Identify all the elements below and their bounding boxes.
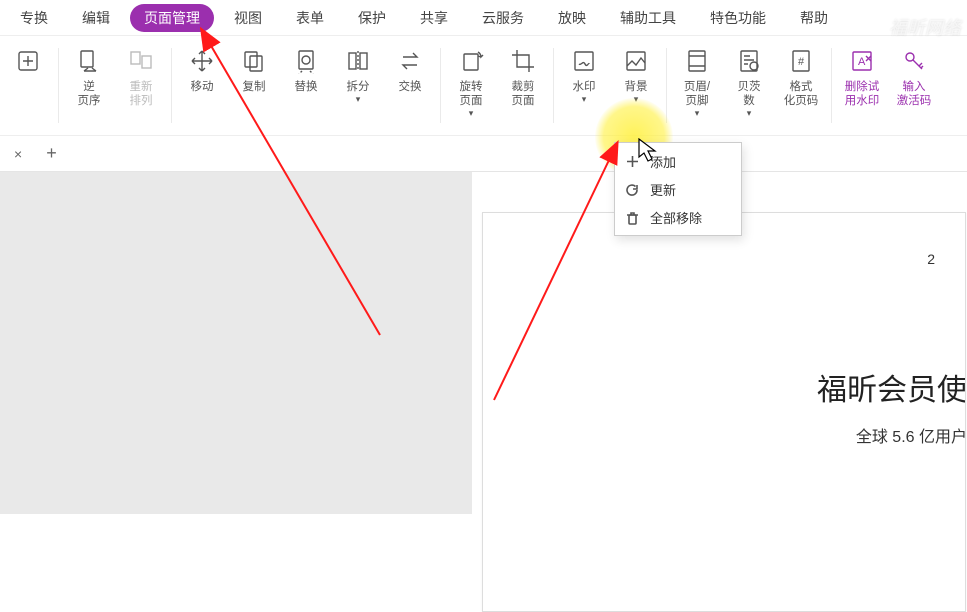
- menu-item-4[interactable]: 表单: [282, 4, 338, 32]
- tab-add-button[interactable]: +: [40, 143, 63, 164]
- menu-item-8[interactable]: 放映: [544, 4, 600, 32]
- menu-item-1[interactable]: 编辑: [68, 4, 124, 32]
- bates-icon: [736, 44, 762, 78]
- rearrange-icon: [128, 44, 154, 78]
- plus-icon: [625, 154, 640, 169]
- ribbon: 逆 页序 重新 排列 移动 复制 替换 拆分 交换 旋转 页面 裁剪 页面 水印 背景 页眉/ 页脚 贝…: [0, 36, 967, 136]
- ribbon-crop[interactable]: 裁剪 页面: [497, 42, 549, 129]
- ribbon-split[interactable]: 拆分: [332, 42, 384, 129]
- rotate-icon: [458, 44, 484, 78]
- separator: [58, 48, 59, 123]
- removewm-icon: A: [849, 44, 875, 78]
- dropdown-item-trash[interactable]: 全部移除: [615, 203, 741, 231]
- move-icon: [189, 44, 215, 78]
- menu-item-7[interactable]: 云服务: [468, 4, 538, 32]
- separator: [666, 48, 667, 123]
- ribbon-headerfooter[interactable]: 页眉/ 页脚: [671, 42, 723, 129]
- document-title: 福昕会员使: [817, 365, 966, 409]
- ribbon-label: 水印: [573, 80, 596, 106]
- ribbon-reverse[interactable]: 逆 页序: [63, 42, 115, 129]
- ribbon-label: 删除试 用水印: [845, 80, 880, 108]
- ribbon-label: 旋转 页面: [460, 80, 483, 120]
- ribbon-pagenum[interactable]: # 格式 化页码: [775, 42, 827, 129]
- separator: [831, 48, 832, 123]
- document-subtitle: 全球 5.6 亿用户: [856, 423, 966, 447]
- ribbon-label: 替换: [295, 80, 318, 94]
- watermark-icon: [571, 44, 597, 78]
- ribbon-label: 输入 激活码: [897, 80, 932, 108]
- separator: [440, 48, 441, 123]
- pagenum-icon: #: [788, 44, 814, 78]
- copy-icon: [241, 44, 267, 78]
- dropdown-label: 更新: [650, 180, 676, 199]
- ribbon-expand[interactable]: [2, 42, 54, 129]
- ribbon-key[interactable]: 输入 激活码: [888, 42, 940, 129]
- ribbon-label: 贝茨 数: [738, 80, 761, 120]
- dropdown-item-plus[interactable]: 添加: [615, 147, 741, 175]
- ribbon-background[interactable]: 背景: [610, 42, 662, 129]
- dropdown-label: 全部移除: [650, 208, 702, 227]
- tab-close-button[interactable]: ×: [8, 144, 28, 164]
- ribbon-copy[interactable]: 复制: [228, 42, 280, 129]
- ribbon-replace[interactable]: 替换: [280, 42, 332, 129]
- menu-item-3[interactable]: 视图: [220, 4, 276, 32]
- expand-icon: [15, 44, 41, 78]
- ribbon-bates[interactable]: 贝茨 数: [723, 42, 775, 129]
- tab-strip: × +: [0, 136, 967, 172]
- svg-text:A: A: [858, 56, 866, 68]
- document-page: 2 福昕会员使 全球 5.6 亿用户: [482, 212, 966, 612]
- ribbon-label: 背景: [625, 80, 648, 106]
- menu-item-11[interactable]: 帮助: [786, 4, 842, 32]
- background-icon: [623, 44, 649, 78]
- swap-icon: [397, 44, 423, 78]
- separator: [553, 48, 554, 123]
- ribbon-label: 拆分: [347, 80, 370, 106]
- headerfooter-dropdown: 添加更新全部移除: [614, 142, 742, 236]
- ribbon-rearrange: 重新 排列: [115, 42, 167, 129]
- menu-item-6[interactable]: 共享: [406, 4, 462, 32]
- ribbon-label: 逆 页序: [78, 80, 101, 108]
- watermark-text: 福昕网络: [889, 14, 961, 40]
- dropdown-item-refresh[interactable]: 更新: [615, 175, 741, 203]
- dropdown-label: 添加: [650, 152, 676, 171]
- ribbon-move[interactable]: 移动: [176, 42, 228, 129]
- page-number: 2: [927, 251, 935, 267]
- separator: [171, 48, 172, 123]
- key-icon: [901, 44, 927, 78]
- refresh-icon: [625, 182, 640, 197]
- ribbon-label: 重新 排列: [130, 80, 153, 108]
- thumbnails-panel[interactable]: [0, 172, 472, 514]
- ribbon-removewm[interactable]: A 删除试 用水印: [836, 42, 888, 129]
- menu-item-10[interactable]: 特色功能: [696, 4, 780, 32]
- ribbon-label: 复制: [243, 80, 266, 94]
- ribbon-label: 裁剪 页面: [512, 80, 535, 108]
- headerfooter-icon: [684, 44, 710, 78]
- crop-icon: [510, 44, 536, 78]
- reverse-icon: [76, 44, 102, 78]
- ribbon-watermark[interactable]: 水印: [558, 42, 610, 129]
- menu-item-0[interactable]: 专换: [6, 4, 62, 32]
- replace-icon: [293, 44, 319, 78]
- workspace: 2 福昕会员使 全球 5.6 亿用户: [0, 172, 967, 514]
- menu-item-2[interactable]: 页面管理: [130, 4, 214, 32]
- ribbon-label: 页眉/ 页脚: [684, 80, 710, 120]
- svg-text:#: #: [798, 56, 805, 68]
- ribbon-label: 交换: [399, 80, 422, 94]
- ribbon-rotate[interactable]: 旋转 页面: [445, 42, 497, 129]
- menu-bar: 专换编辑页面管理视图表单保护共享云服务放映辅助工具特色功能帮助: [0, 0, 967, 36]
- trash-icon: [625, 210, 640, 225]
- ribbon-label: 格式 化页码: [784, 80, 819, 108]
- split-icon: [345, 44, 371, 78]
- ribbon-label: 移动: [191, 80, 214, 94]
- menu-item-5[interactable]: 保护: [344, 4, 400, 32]
- ribbon-swap[interactable]: 交换: [384, 42, 436, 129]
- menu-item-9[interactable]: 辅助工具: [606, 4, 690, 32]
